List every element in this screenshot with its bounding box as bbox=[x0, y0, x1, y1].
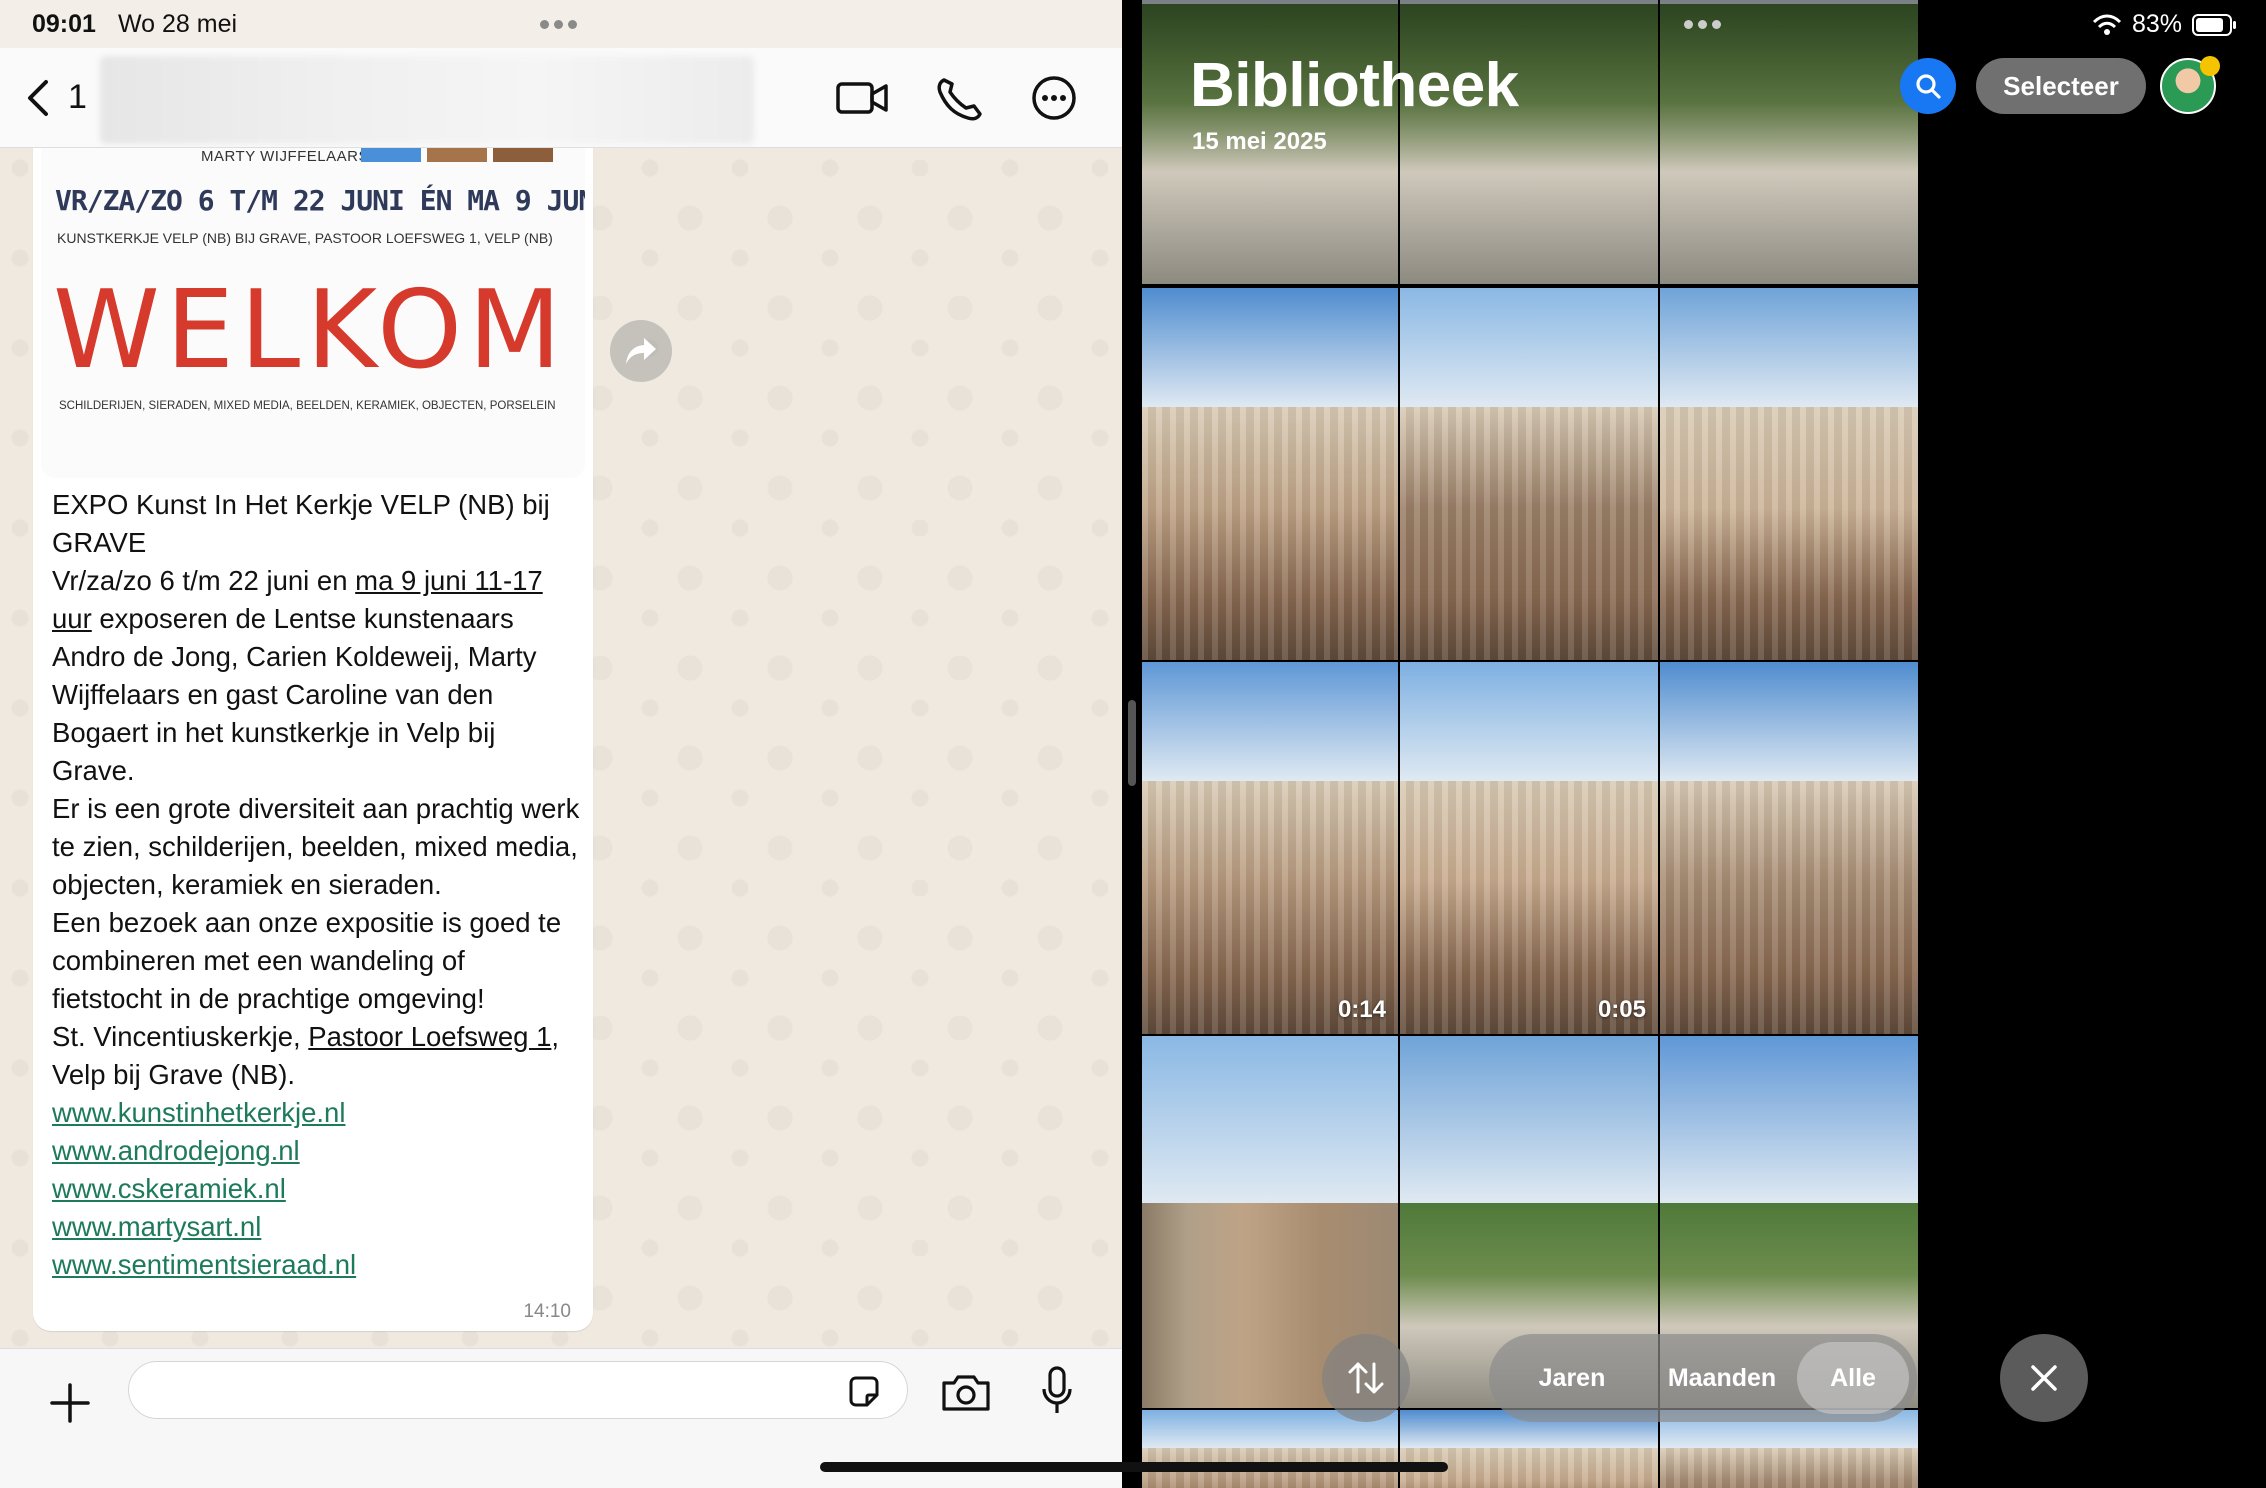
message-paragraph-1: Vr/za/zo 6 t/m 22 juni en ma 9 juni 11-1… bbox=[52, 562, 582, 790]
sort-arrows-icon bbox=[1348, 1362, 1384, 1394]
poster-image[interactable]: MARTY WIJFFELAARS VR/ZA/ZO 6 T/M 22 JUNI… bbox=[41, 148, 585, 478]
wifi-icon bbox=[2092, 14, 2122, 35]
photo-thumbnail[interactable]: 0:05 bbox=[1400, 662, 1658, 1034]
library-title: Bibliotheek bbox=[1190, 51, 1519, 120]
profile-avatar[interactable] bbox=[2160, 56, 2220, 114]
poster-artists: MARTY WIJFFELAARS bbox=[201, 148, 369, 165]
whatsapp-pane: 09:01 Wo 28 mei 1 MARTY WIJFFELAARS VR/Z… bbox=[0, 0, 1122, 1488]
link-cskeramiek[interactable]: www.cskeramiek.nl bbox=[52, 1170, 582, 1208]
link-androdejong[interactable]: www.androdejong.nl bbox=[52, 1132, 582, 1170]
segment-months[interactable]: Maanden bbox=[1647, 1342, 1797, 1414]
chat-header: 1 bbox=[0, 48, 1122, 148]
more-options-icon[interactable] bbox=[1026, 72, 1082, 124]
photo-cityscape bbox=[1660, 1448, 1918, 1488]
message-text: EXPO Kunst In Het Kerkje VELP (NB) bij G… bbox=[52, 486, 582, 1284]
phone-call-icon[interactable] bbox=[932, 72, 988, 124]
photo-sky bbox=[1142, 288, 1398, 408]
photo-thumbnail[interactable] bbox=[1142, 1410, 1398, 1488]
video-duration: 0:05 bbox=[1597, 996, 1646, 1023]
video-call-icon[interactable] bbox=[834, 72, 890, 124]
back-chevron-icon[interactable] bbox=[22, 74, 56, 122]
microphone-icon[interactable] bbox=[1040, 1365, 1074, 1417]
forward-arrow-icon bbox=[626, 338, 656, 364]
search-icon bbox=[1916, 74, 1941, 99]
photo-sky bbox=[1400, 662, 1658, 782]
notification-badge bbox=[2200, 56, 2220, 76]
sticker-icon[interactable] bbox=[845, 1373, 883, 1411]
view-segmented-control: Jaren Maanden Alle bbox=[1489, 1334, 1917, 1422]
photo-cityscape bbox=[1660, 781, 1918, 1034]
photo-sky bbox=[1142, 1036, 1398, 1204]
message-text-run: St. Vincentiuskerkje, bbox=[52, 1021, 309, 1052]
message-bubble[interactable]: MARTY WIJFFELAARS VR/ZA/ZO 6 T/M 22 JUNI… bbox=[33, 148, 593, 1331]
photos-pane: 0:14 0:05 83% Bibliotheek 15 mei 2025 Sel… bbox=[1142, 0, 2266, 1488]
photo-sky bbox=[1660, 1036, 1918, 1204]
message-line-title: EXPO Kunst In Het Kerkje VELP (NB) bij G… bbox=[52, 489, 550, 558]
select-button[interactable]: Selecteer bbox=[1976, 58, 2146, 114]
link-martysart[interactable]: www.martysart.nl bbox=[52, 1208, 582, 1246]
battery-icon bbox=[2192, 13, 2236, 36]
segment-all[interactable]: Alle bbox=[1797, 1342, 1909, 1414]
photo-thumbnail[interactable] bbox=[1142, 288, 1398, 660]
poster-dates: VR/ZA/ZO 6 T/M 22 JUNI ÉN MA 9 JUNI 11-1… bbox=[55, 184, 585, 217]
multitasking-dots-icon[interactable] bbox=[1684, 20, 1721, 29]
photo-cityscape bbox=[1660, 407, 1918, 660]
close-icon bbox=[2031, 1365, 2057, 1391]
poster-headline: WELKOM bbox=[53, 268, 568, 393]
camera-icon[interactable] bbox=[940, 1371, 992, 1413]
photo-sky bbox=[1400, 288, 1658, 408]
battery-percentage: 83% bbox=[2131, 10, 2182, 38]
message-paragraph-2: Er is een grote diversiteit aan prachtig… bbox=[52, 793, 580, 900]
status-time: 09:01 bbox=[32, 10, 96, 38]
status-date: Wo 28 mei bbox=[118, 10, 238, 38]
message-text-run: Vr/za/zo 6 t/m 22 juni en bbox=[52, 565, 356, 596]
photo-cityscape bbox=[1400, 407, 1658, 660]
photo-cityscape bbox=[1142, 407, 1398, 660]
split-view-handle[interactable] bbox=[1128, 700, 1136, 786]
photo-thumbnail[interactable] bbox=[1400, 288, 1658, 660]
message-timestamp: 14:10 bbox=[523, 1301, 571, 1322]
message-paragraph-3: Een bezoek aan onze expositie is goed te… bbox=[52, 907, 562, 1014]
forward-button[interactable] bbox=[610, 320, 672, 382]
message-input[interactable] bbox=[128, 1361, 908, 1419]
photo-thumbnail[interactable]: 0:14 bbox=[1142, 662, 1398, 1034]
photo-thumbnail[interactable] bbox=[1660, 288, 1918, 660]
message-paragraph-4: St. Vincentiuskerkje, Pastoor Loefsweg 1… bbox=[52, 1018, 582, 1094]
photo-sky bbox=[1660, 288, 1918, 408]
segment-years[interactable]: Jaren bbox=[1497, 1342, 1647, 1414]
status-bar-right: 83% bbox=[2092, 10, 2238, 39]
photo-sky bbox=[1142, 662, 1398, 782]
search-button[interactable] bbox=[1900, 58, 1956, 114]
poster-categories: SCHILDERIJEN, SIERADEN, MIXED MEDIA, BEE… bbox=[59, 400, 556, 412]
library-date: 15 mei 2025 bbox=[1192, 128, 1327, 155]
link-kunstinhetkerkje[interactable]: www.kunstinhetkerkje.nl bbox=[52, 1094, 582, 1132]
address-link[interactable]: Pastoor Loefsweg 1 bbox=[308, 1021, 551, 1052]
photo-thumbnail[interactable] bbox=[1660, 662, 1918, 1034]
status-bar: 09:01 Wo 28 mei bbox=[0, 0, 1122, 48]
chat-area[interactable]: MARTY WIJFFELAARS VR/ZA/ZO 6 T/M 22 JUNI… bbox=[0, 148, 1122, 1348]
split-view-divider[interactable] bbox=[1122, 0, 1142, 1488]
contact-name-redacted[interactable] bbox=[100, 56, 754, 144]
photo-sky bbox=[1660, 662, 1918, 782]
plus-icon[interactable] bbox=[48, 1381, 92, 1425]
contact-name-prefix[interactable]: 1 bbox=[68, 78, 87, 117]
poster-place: KUNSTKERKJE VELP (NB) BIJ GRAVE, PASTOOR… bbox=[57, 230, 553, 246]
message-text-run: exposeren de Lentse kunstenaars Andro de… bbox=[52, 603, 537, 786]
poster-thumbnails bbox=[361, 148, 553, 162]
video-duration: 0:14 bbox=[1337, 996, 1386, 1023]
home-indicator[interactable] bbox=[820, 1462, 1448, 1472]
sort-button[interactable] bbox=[1322, 1334, 1410, 1422]
close-button[interactable] bbox=[2000, 1334, 2088, 1422]
photo-sky bbox=[1400, 1036, 1658, 1204]
link-sentimentsieraad[interactable]: www.sentimentsieraad.nl bbox=[52, 1246, 582, 1284]
multitasking-dots-icon[interactable] bbox=[540, 20, 577, 29]
